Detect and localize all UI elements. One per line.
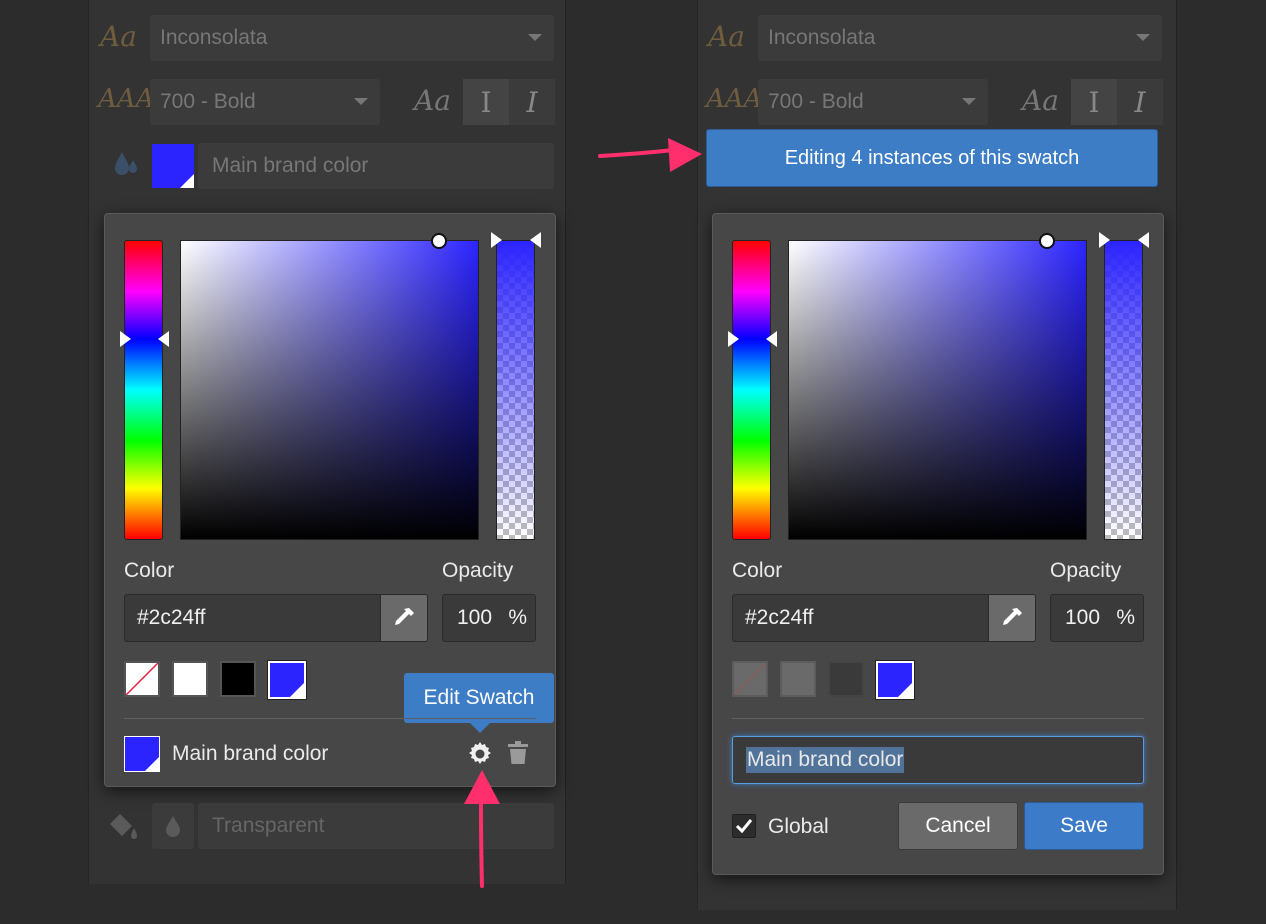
chevron-down-icon bbox=[1136, 34, 1150, 41]
opacity-handle-left[interactable] bbox=[1099, 232, 1110, 248]
picker-divider bbox=[732, 718, 1144, 719]
normal-style-button[interactable]: I bbox=[1071, 79, 1117, 125]
hue-handle-right[interactable] bbox=[158, 331, 169, 347]
annotation-arrow-banner bbox=[598, 138, 702, 172]
swatch-none[interactable] bbox=[732, 661, 768, 697]
italic-style-button[interactable]: I bbox=[1117, 79, 1163, 125]
checkbox-icon bbox=[735, 819, 753, 834]
swatch-black[interactable] bbox=[828, 661, 864, 697]
swatch-row-color bbox=[124, 736, 160, 772]
eyedropper-icon bbox=[395, 608, 414, 625]
italic-style-icon: Aa bbox=[414, 84, 451, 117]
italic-style-button[interactable]: I bbox=[509, 79, 555, 125]
chevron-down-icon bbox=[354, 98, 368, 105]
color-label: Color bbox=[124, 559, 175, 582]
opacity-value: 100 bbox=[1065, 606, 1101, 629]
hue-slider[interactable] bbox=[124, 240, 163, 540]
font-family-select[interactable]: Inconsolata bbox=[150, 15, 554, 61]
chevron-down-icon bbox=[962, 98, 976, 105]
font-family-icon: Aa bbox=[708, 20, 745, 53]
hue-slider[interactable] bbox=[732, 240, 771, 540]
saturation-value-area[interactable] bbox=[788, 240, 1087, 540]
edit-swatch-tooltip: Edit Swatch bbox=[404, 673, 554, 733]
font-family-select[interactable]: Inconsolata bbox=[758, 15, 1162, 61]
save-button[interactable]: Save bbox=[1024, 802, 1144, 850]
opacity-slider[interactable] bbox=[496, 240, 535, 540]
swatch-white[interactable] bbox=[780, 661, 816, 697]
normal-style-button[interactable]: I bbox=[463, 79, 509, 125]
color-swatch-preview[interactable] bbox=[152, 144, 194, 188]
font-weight-value: 700 - Bold bbox=[768, 90, 864, 113]
hex-input[interactable]: #2c24ff bbox=[124, 594, 382, 642]
global-checkbox[interactable] bbox=[732, 814, 756, 838]
cancel-button[interactable]: Cancel bbox=[898, 802, 1018, 850]
swatch-black[interactable] bbox=[220, 661, 256, 697]
fill-drop-button[interactable] bbox=[152, 803, 194, 849]
opacity-input[interactable]: 100 % bbox=[442, 594, 536, 642]
swatch-name-field[interactable]: Main brand color bbox=[198, 143, 554, 189]
hex-value: #2c24ff bbox=[745, 606, 814, 629]
editing-instances-banner: Editing 4 instances of this swatch bbox=[706, 129, 1158, 187]
font-weight-icon: AAA bbox=[706, 84, 763, 114]
opacity-handle-left[interactable] bbox=[491, 232, 502, 248]
hue-handle-left[interactable] bbox=[728, 331, 739, 347]
font-weight-select[interactable]: 700 - Bold bbox=[758, 79, 988, 125]
opacity-slider[interactable] bbox=[1104, 240, 1143, 540]
saturation-value-area[interactable] bbox=[180, 240, 479, 540]
opacity-handle-right[interactable] bbox=[530, 232, 541, 248]
eyedropper-button[interactable] bbox=[380, 594, 428, 642]
opacity-label: Opacity bbox=[1050, 559, 1122, 582]
swatch-name-selected-text: Main brand color bbox=[746, 747, 905, 773]
italic-style-icon: Aa bbox=[1022, 84, 1059, 117]
hue-handle-right[interactable] bbox=[766, 331, 777, 347]
percent-sign: % bbox=[508, 606, 527, 629]
opacity-input[interactable]: 100 % bbox=[1050, 594, 1144, 642]
font-weight-select[interactable]: 700 - Bold bbox=[150, 79, 380, 125]
font-weight-icon: AAA bbox=[98, 84, 155, 114]
hex-input[interactable]: #2c24ff bbox=[732, 594, 990, 642]
percent-sign: % bbox=[1116, 606, 1135, 629]
font-family-icon: Aa bbox=[100, 20, 137, 53]
fill-color-text: Transparent bbox=[212, 814, 325, 837]
opacity-label: Opacity bbox=[442, 559, 514, 582]
swatch-white[interactable] bbox=[172, 661, 208, 697]
saturation-handle[interactable] bbox=[1039, 233, 1055, 249]
chevron-down-icon bbox=[528, 34, 542, 41]
opacity-value: 100 bbox=[457, 606, 493, 629]
swatch-name-text: Main brand color bbox=[212, 154, 369, 177]
drop-icon bbox=[166, 816, 180, 837]
font-family-value: Inconsolata bbox=[160, 26, 268, 49]
hue-handle-left[interactable] bbox=[120, 331, 131, 347]
swatch-main-brand[interactable] bbox=[875, 660, 915, 700]
eyedropper-icon bbox=[1003, 608, 1022, 625]
swatch-row-name: Main brand color bbox=[172, 742, 329, 765]
saturation-handle[interactable] bbox=[431, 233, 447, 249]
hex-value: #2c24ff bbox=[137, 606, 206, 629]
paint-bucket-icon bbox=[106, 810, 142, 842]
swatch-main-brand[interactable] bbox=[267, 660, 307, 700]
swatch-name-input[interactable]: Main brand color bbox=[732, 736, 1144, 784]
picker-divider bbox=[124, 718, 536, 719]
color-label: Color bbox=[732, 559, 783, 582]
annotation-arrow-gear bbox=[464, 770, 500, 888]
text-color-icon bbox=[112, 150, 142, 178]
eyedropper-button[interactable] bbox=[988, 594, 1036, 642]
trash-icon[interactable] bbox=[507, 741, 529, 765]
swatch-none[interactable] bbox=[124, 661, 160, 697]
font-weight-value: 700 - Bold bbox=[160, 90, 256, 113]
global-label: Global bbox=[768, 815, 829, 838]
gear-icon[interactable] bbox=[467, 741, 493, 767]
font-family-value: Inconsolata bbox=[768, 26, 876, 49]
opacity-handle-right[interactable] bbox=[1138, 232, 1149, 248]
